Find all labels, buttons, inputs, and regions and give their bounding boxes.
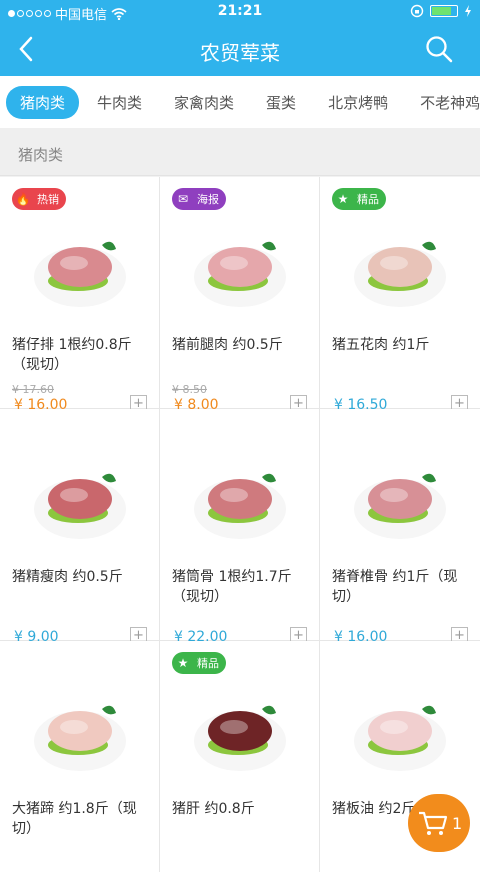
- search-icon[interactable]: [424, 34, 454, 64]
- section-header: 猪肉类: [0, 128, 480, 176]
- pick-badge-icon: ★: [177, 656, 189, 670]
- rotation-lock-icon: [410, 4, 424, 18]
- clock: 21:21: [217, 3, 263, 19]
- product-badge: ★ 精品: [332, 188, 386, 210]
- product-image: [34, 241, 126, 307]
- product-image: [354, 473, 446, 539]
- product-image: [194, 705, 286, 771]
- product-card[interactable]: 大猪蹄 约1.8斤（现切）: [0, 641, 160, 872]
- product-image: [34, 705, 126, 771]
- charging-icon: [465, 5, 471, 17]
- product-card[interactable]: ✉ 海报 猪前腿肉 约0.5斤 ¥ 8.50 ¥ 8.00 +: [160, 177, 320, 413]
- product-image: [354, 241, 446, 307]
- product-image: [354, 705, 446, 771]
- product-name: 大猪蹄 约1.8斤（现切）: [12, 801, 137, 837]
- status-right: [410, 4, 472, 18]
- battery-icon: [430, 5, 458, 17]
- product-name: 猪五花肉 约1斤: [332, 337, 430, 353]
- product-name: 猪脊椎骨 约1斤（现切）: [332, 569, 458, 605]
- product-image: [34, 473, 126, 539]
- badge-label: 海报: [197, 193, 219, 206]
- page-title: 农贸荤菜: [200, 41, 280, 65]
- tab-beijing-duck[interactable]: 北京烤鸭: [314, 86, 402, 119]
- cart-count: 1: [452, 813, 463, 833]
- product-grid: 🔥 热销 猪仔排 1根约0.8斤（现切） ¥ 17.60 ¥ 16.00 + ✉ 海报 猪前腿肉…: [0, 177, 480, 872]
- badge-label: 精品: [357, 193, 379, 206]
- category-tabs: 猪肉类 牛肉类 家禽肉类 蛋类 北京烤鸭 不老神鸡: [0, 76, 480, 128]
- product-name: 猪筒骨 1根约1.7斤（现切）: [172, 569, 292, 605]
- badge-label: 热销: [37, 193, 59, 206]
- product-badge: ★ 精品: [172, 652, 226, 674]
- original-price: ¥ 8.50: [172, 383, 207, 396]
- product-badge: ✉ 海报: [172, 188, 226, 210]
- poster-badge-icon: ✉: [177, 192, 189, 206]
- product-badge: 🔥 热销: [12, 188, 66, 210]
- hot-badge-icon: 🔥: [15, 192, 31, 206]
- pick-badge-icon: ★: [337, 192, 349, 206]
- product-card[interactable]: 🔥 热销 猪仔排 1根约0.8斤（现切） ¥ 17.60 ¥ 16.00 +: [0, 177, 160, 413]
- nav-bar: 农贸荤菜: [0, 24, 480, 76]
- badge-label: 精品: [197, 657, 219, 670]
- status-bar: 中国电信 21:21: [0, 0, 480, 24]
- tab-eggs[interactable]: 蛋类: [252, 86, 310, 119]
- product-card[interactable]: 猪脊椎骨 约1斤（现切） ¥ 16.00 +: [320, 409, 480, 645]
- product-name: 猪前腿肉 约0.5斤: [172, 337, 283, 353]
- tab-poultry[interactable]: 家禽肉类: [160, 86, 248, 119]
- product-card[interactable]: ★ 精品猪肝 约0.8斤: [160, 641, 320, 872]
- cart-button[interactable]: 1: [408, 794, 470, 852]
- product-card[interactable]: ★ 精品 猪五花肉 约1斤 ¥ 16.50 +: [320, 177, 480, 413]
- product-image: [194, 241, 286, 307]
- original-price: ¥ 17.60: [12, 383, 54, 396]
- product-name: 猪肝 约0.8斤: [172, 801, 255, 817]
- tab-chicken[interactable]: 不老神鸡: [406, 86, 480, 119]
- tab-beef[interactable]: 牛肉类: [83, 86, 156, 119]
- product-card[interactable]: 猪精瘦肉 约0.5斤 ¥ 9.00 +: [0, 409, 160, 645]
- cart-icon: [419, 811, 448, 835]
- product-name: 猪精瘦肉 约0.5斤: [12, 569, 123, 585]
- tab-pork[interactable]: 猪肉类: [6, 85, 80, 119]
- product-image: [194, 473, 286, 539]
- product-card[interactable]: 猪筒骨 1根约1.7斤（现切） ¥ 22.00 +: [160, 409, 320, 645]
- product-name: 猪仔排 1根约0.8斤（现切）: [12, 337, 132, 373]
